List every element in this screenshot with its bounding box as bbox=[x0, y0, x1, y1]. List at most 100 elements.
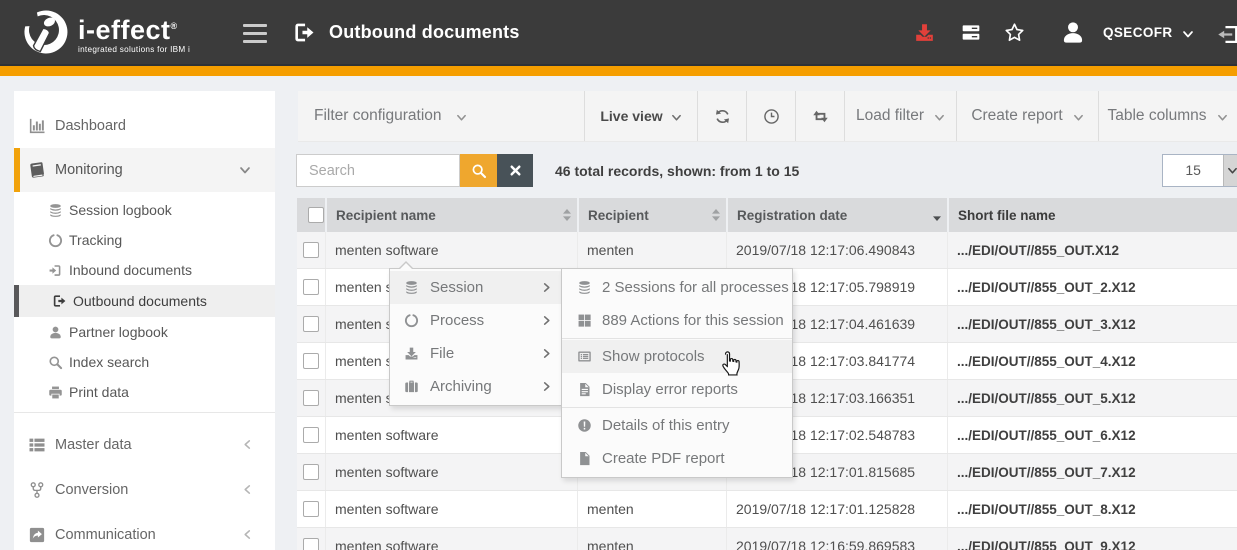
cell-short-file-name: .../EDI/OUT//855_OUT_9.X12 bbox=[947, 528, 1237, 550]
auto-refresh-button[interactable] bbox=[796, 91, 845, 141]
menu-item-archiving[interactable]: Archiving bbox=[390, 370, 561, 403]
menu-item-show-protocols[interactable]: Show protocols bbox=[562, 340, 792, 373]
sidebar-item-print-data[interactable]: Print data bbox=[14, 377, 275, 407]
cell-recipient-name: menten software bbox=[325, 454, 577, 490]
menu-item-process[interactable]: Process bbox=[390, 304, 561, 337]
cell-recipient: menten bbox=[577, 232, 726, 268]
sidebar-item-communication[interactable]: Communication bbox=[14, 512, 275, 550]
cell-registration-date: 2019/07/18 12:17:06.490843 bbox=[726, 232, 947, 268]
sort-desc-icon[interactable] bbox=[932, 208, 942, 222]
clear-search-button[interactable] bbox=[497, 154, 533, 187]
sort-icon[interactable] bbox=[562, 208, 572, 222]
table-row[interactable]: menten software menten 2019/07/18 12:17:… bbox=[297, 232, 1237, 269]
column-header-registration-date[interactable]: Registration date bbox=[726, 198, 947, 232]
sidebar-item-inbound-documents[interactable]: Inbound documents bbox=[14, 255, 275, 285]
chevron-right-icon bbox=[541, 348, 552, 359]
row-checkbox[interactable] bbox=[303, 464, 319, 480]
logout-icon[interactable] bbox=[1217, 26, 1237, 43]
menu-divider bbox=[562, 338, 792, 339]
live-view-dropdown[interactable]: Live view bbox=[585, 91, 698, 141]
inbound-icon bbox=[48, 263, 63, 278]
outbound-icon bbox=[51, 293, 67, 309]
sidebar-item-master-data[interactable]: Master data bbox=[14, 422, 275, 467]
row-checkbox[interactable] bbox=[303, 390, 319, 406]
user-icon bbox=[48, 325, 63, 340]
sidebar-item-session-logbook[interactable]: Session logbook bbox=[14, 195, 275, 225]
column-header-short-file-name[interactable]: Short file name bbox=[947, 198, 1237, 232]
sidebar-item-partner-logbook[interactable]: Partner logbook bbox=[14, 317, 275, 347]
logo-subtitle: integrated solutions for IBM i bbox=[78, 45, 190, 54]
chevron-down-icon bbox=[239, 164, 251, 176]
app-logo[interactable]: i-effect® integrated solutions for IBM i bbox=[22, 9, 197, 57]
sidebar-item-index-search[interactable]: Index search bbox=[14, 347, 275, 377]
column-header-recipient-name[interactable]: Recipient name bbox=[325, 198, 577, 232]
user-menu[interactable]: QSECOFR bbox=[1103, 25, 1194, 40]
select-all-cell bbox=[297, 198, 325, 232]
select-all-checkbox[interactable] bbox=[308, 207, 324, 223]
chevron-down-icon bbox=[1073, 112, 1084, 123]
book-icon bbox=[28, 161, 46, 179]
favorites-star-icon[interactable] bbox=[1004, 22, 1025, 43]
sidebar-item-outbound-documents[interactable]: Outbound documents bbox=[14, 285, 275, 317]
database-icon bbox=[48, 203, 63, 218]
menu-item-details-of-this-entry[interactable]: Details of this entry bbox=[562, 409, 792, 442]
row-checkbox[interactable] bbox=[303, 353, 319, 369]
exclamation-circle-icon bbox=[577, 418, 592, 433]
share-square-icon bbox=[28, 526, 46, 544]
records-summary: 46 total records, shown: from 1 to 15 bbox=[555, 163, 799, 179]
row-checkbox[interactable] bbox=[303, 501, 319, 517]
server-icon[interactable] bbox=[961, 22, 981, 43]
cell-recipient: menten bbox=[577, 528, 726, 550]
chevron-left-icon bbox=[242, 484, 253, 495]
sidebar-item-conversion[interactable]: Conversion bbox=[14, 467, 275, 512]
user-icon[interactable] bbox=[1060, 19, 1086, 46]
menu-item-sessions-for-all-processes[interactable]: 2 Sessions for all processes bbox=[562, 271, 792, 304]
circle-notch-icon bbox=[48, 233, 63, 248]
menu-item-session[interactable]: Session bbox=[390, 271, 561, 304]
row-checkbox[interactable] bbox=[303, 279, 319, 295]
database-icon bbox=[404, 280, 419, 295]
table-row[interactable]: menten software menten 2019/07/18 12:16:… bbox=[297, 528, 1237, 550]
menu-item-create-pdf-report[interactable]: Create PDF report bbox=[562, 442, 792, 475]
chevron-down-icon bbox=[934, 112, 945, 123]
cell-recipient-name: menten software bbox=[325, 232, 577, 268]
search-button[interactable] bbox=[460, 154, 497, 187]
cell-registration-date: 2019/07/18 12:17:01.125828 bbox=[726, 491, 947, 527]
row-checkbox[interactable] bbox=[303, 427, 319, 443]
create-report-dropdown[interactable]: Create report bbox=[957, 91, 1099, 141]
search-icon bbox=[471, 163, 487, 179]
filter-configuration-dropdown[interactable]: Filter configuration bbox=[298, 91, 585, 141]
menu-item-actions-for-this-session[interactable]: 889 Actions for this session bbox=[562, 304, 792, 337]
file-text-icon bbox=[577, 382, 592, 397]
column-header-recipient[interactable]: Recipient bbox=[577, 198, 726, 232]
download-icon[interactable] bbox=[914, 22, 935, 43]
cell-short-file-name: .../EDI/OUT//855_OUT_8.X12 bbox=[947, 491, 1237, 527]
sidebar-item-dashboard[interactable]: Dashboard bbox=[14, 104, 275, 148]
refresh-button[interactable] bbox=[698, 91, 747, 141]
sort-icon[interactable] bbox=[711, 208, 721, 222]
row-checkbox[interactable] bbox=[303, 538, 319, 550]
menu-item-file[interactable]: File bbox=[390, 337, 561, 370]
table-columns-dropdown[interactable]: Table columns bbox=[1099, 91, 1236, 141]
close-icon bbox=[509, 164, 522, 177]
sidebar-item-tracking[interactable]: Tracking bbox=[14, 225, 275, 255]
search-input[interactable] bbox=[296, 154, 460, 187]
outbound-icon bbox=[291, 20, 316, 45]
context-menu: Session Process File Archiving bbox=[389, 268, 562, 406]
sidebar-item-monitoring[interactable]: Monitoring bbox=[14, 148, 275, 192]
load-filter-dropdown[interactable]: Load filter bbox=[845, 91, 957, 141]
table-row[interactable]: menten software menten 2019/07/18 12:17:… bbox=[297, 491, 1237, 528]
chevron-down-icon bbox=[456, 112, 467, 123]
database-icon bbox=[577, 280, 592, 295]
row-checkbox[interactable] bbox=[303, 242, 319, 258]
history-button[interactable] bbox=[747, 91, 796, 141]
menu-item-display-error-reports[interactable]: Display error reports bbox=[562, 373, 792, 406]
menu-toggle-icon[interactable] bbox=[243, 24, 267, 43]
page-size-select[interactable]: 15 bbox=[1162, 154, 1237, 187]
file-icon bbox=[577, 451, 592, 466]
chevron-left-icon bbox=[242, 529, 253, 540]
cell-short-file-name: .../EDI/OUT//855_OUT_2.X12 bbox=[947, 269, 1237, 305]
row-checkbox[interactable] bbox=[303, 316, 319, 332]
list-alt-icon bbox=[577, 349, 592, 364]
cell-registration-date: 2019/07/18 12:16:59.869583 bbox=[726, 528, 947, 550]
